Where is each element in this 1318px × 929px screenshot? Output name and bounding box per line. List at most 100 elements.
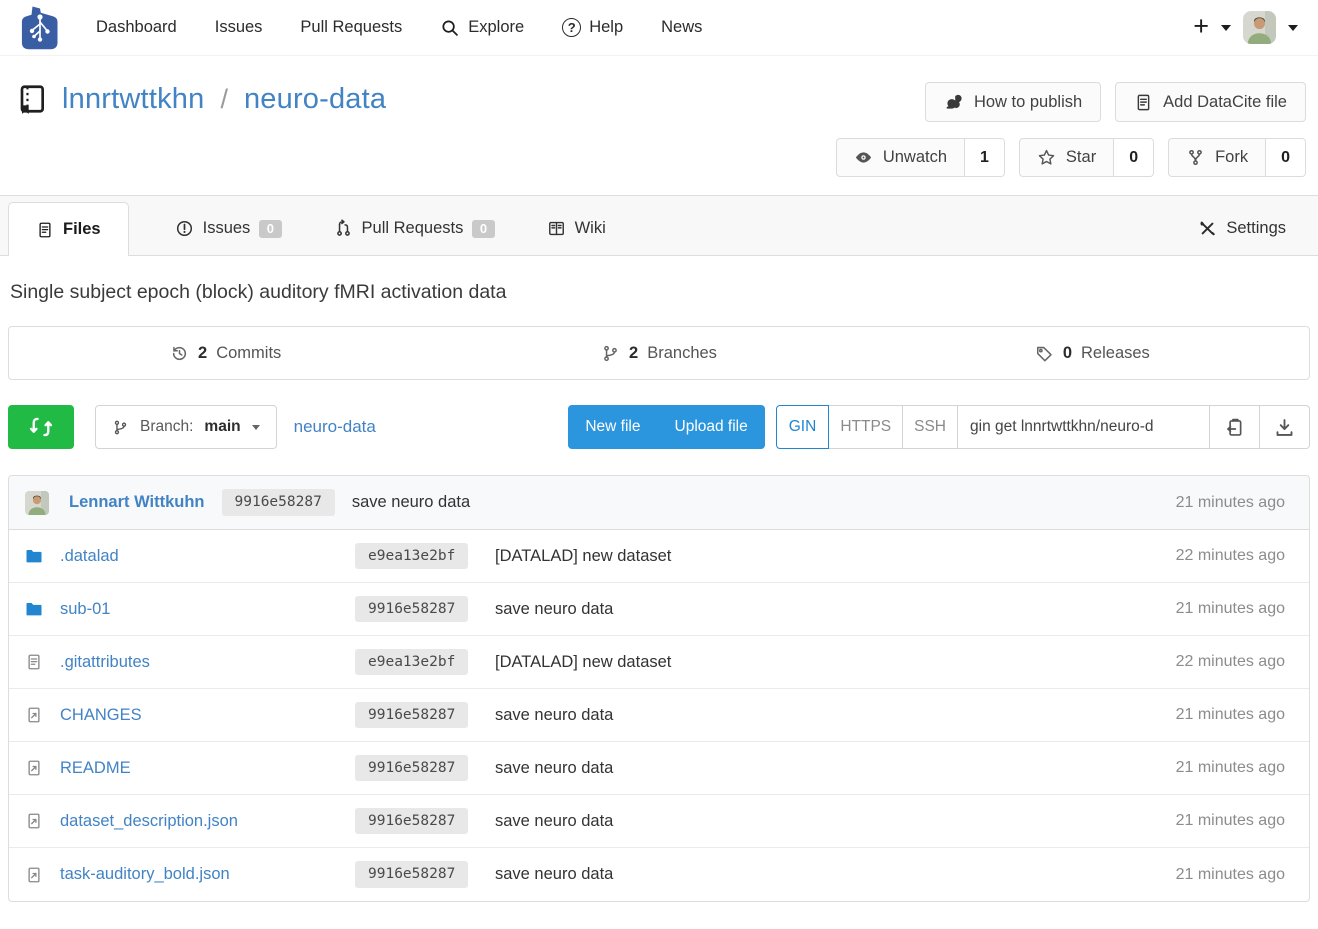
branch-icon [601, 344, 620, 363]
file-link[interactable]: .gitattributes [60, 653, 150, 672]
commit-time: 21 minutes ago [1176, 494, 1293, 512]
repo-description: Single subject epoch (block) auditory fM… [0, 256, 1318, 314]
user-avatar[interactable] [1243, 11, 1276, 44]
commits-stat[interactable]: 2 Commits [9, 327, 442, 379]
table-row: dataset_description.json 9916e58287 save… [9, 795, 1309, 848]
file-icon [25, 653, 43, 671]
tab-wiki[interactable]: Wiki [541, 202, 612, 255]
file-time: 21 minutes ago [1118, 759, 1293, 777]
file-commit-message[interactable]: [DATALAD] new dataset [495, 653, 671, 671]
file-sha-badge[interactable]: 9916e58287 [355, 755, 468, 782]
nav-issues[interactable]: Issues [215, 18, 263, 37]
table-row: .gitattributes e9ea13e2bf [DATALAD] new … [9, 636, 1309, 689]
clone-url-input[interactable] [958, 405, 1210, 449]
file-sha-badge[interactable]: e9ea13e2bf [355, 649, 468, 676]
star-count[interactable]: 0 [1113, 139, 1153, 176]
file-commit-message[interactable]: [DATALAD] new dataset [495, 547, 671, 565]
wiki-icon [547, 219, 566, 238]
breadcrumb-repo-link[interactable]: neuro-data [294, 417, 376, 437]
file-link[interactable]: .datalad [60, 547, 119, 566]
file-link[interactable]: dataset_description.json [60, 812, 238, 831]
repo-name-link[interactable]: neuro-data [244, 83, 386, 116]
clone-url-group: GIN HTTPS SSH [776, 405, 1310, 449]
compare-button[interactable] [8, 405, 74, 449]
download-archive-button[interactable] [1260, 405, 1310, 449]
repo-stats-bar: 2 Commits 2 Branches 0 Releases [8, 326, 1310, 380]
branch-selector[interactable]: Branch: main [95, 405, 277, 449]
fork-icon [1186, 148, 1205, 167]
releases-stat[interactable]: 0 Releases [876, 327, 1309, 379]
file-link[interactable]: sub-01 [60, 600, 110, 619]
fork-button[interactable]: Fork [1169, 139, 1265, 176]
nav-dashboard[interactable]: Dashboard [96, 18, 177, 37]
file-link[interactable]: CHANGES [60, 706, 142, 725]
commit-sha-badge[interactable]: 9916e58287 [222, 489, 335, 516]
download-icon [1274, 417, 1295, 438]
folder-icon [25, 600, 43, 618]
file-commit-message[interactable]: save neuro data [495, 812, 613, 830]
branch-caret-icon [252, 425, 260, 430]
fork-count[interactable]: 0 [1265, 139, 1305, 176]
nav-news[interactable]: News [661, 18, 702, 37]
file-sha-badge[interactable]: 9916e58287 [355, 702, 468, 729]
eye-icon [854, 148, 873, 167]
file-commit-message[interactable]: save neuro data [495, 759, 613, 777]
help-icon: ? [562, 18, 581, 37]
file-sha-badge[interactable]: 9916e58287 [355, 861, 468, 888]
file-icon [1134, 93, 1153, 112]
file-sha-badge[interactable]: e9ea13e2bf [355, 543, 468, 570]
clipboard-copy-icon [1224, 417, 1245, 438]
file-time: 21 minutes ago [1118, 706, 1293, 724]
folder-icon [25, 547, 43, 565]
copy-clone-url-button[interactable] [1210, 405, 1260, 449]
file-sha-badge[interactable]: 9916e58287 [355, 596, 468, 623]
file-toolbar: Branch: main neuro-data New file Upload … [8, 405, 1310, 449]
repo-owner-link[interactable]: lnnrtwttkhn [62, 83, 204, 116]
create-caret-icon[interactable] [1221, 25, 1231, 31]
commit-author-link[interactable]: Lennart Wittkuhn [69, 493, 205, 512]
symlink-icon [25, 759, 43, 777]
watch-count[interactable]: 1 [964, 139, 1004, 176]
file-commit-message[interactable]: save neuro data [495, 865, 613, 883]
file-time: 22 minutes ago [1118, 547, 1293, 565]
table-row: task-auditory_bold.json 9916e58287 save … [9, 848, 1309, 901]
file-link[interactable]: README [60, 759, 131, 778]
unwatch-button[interactable]: Unwatch [837, 139, 964, 176]
commit-message: save neuro data [352, 493, 470, 512]
symlink-icon [25, 812, 43, 830]
nav-help[interactable]: ? Help [562, 18, 623, 37]
protocol-gin-button[interactable]: GIN [776, 405, 830, 449]
issues-count-badge: 0 [259, 220, 281, 238]
file-time: 21 minutes ago [1118, 866, 1293, 884]
latest-commit-row: Lennart Wittkuhn 9916e58287 save neuro d… [9, 476, 1309, 530]
upload-file-button[interactable]: Upload file [658, 405, 765, 449]
star-button[interactable]: Star [1020, 139, 1113, 176]
file-action-buttons: New file Upload file [568, 405, 764, 449]
tab-pull-requests[interactable]: Pull Requests 0 [328, 202, 501, 255]
file-link[interactable]: task-auditory_bold.json [60, 865, 230, 884]
table-row: sub-01 9916e58287 save neuro data 21 min… [9, 583, 1309, 636]
protocol-ssh-button[interactable]: SSH [903, 405, 958, 449]
fork-button-group: Fork 0 [1168, 138, 1306, 177]
file-time: 22 minutes ago [1118, 653, 1293, 671]
create-new-button[interactable]: + [1193, 13, 1209, 40]
commit-author-avatar[interactable] [25, 491, 49, 515]
gin-logo[interactable] [20, 5, 60, 50]
how-to-publish-button[interactable]: How to publish [925, 82, 1101, 122]
file-commit-message[interactable]: save neuro data [495, 600, 613, 618]
new-file-button[interactable]: New file [568, 405, 657, 449]
add-datacite-button[interactable]: Add DataCite file [1115, 82, 1306, 122]
file-sha-badge[interactable]: 9916e58287 [355, 808, 468, 835]
user-menu-caret-icon[interactable] [1288, 25, 1298, 31]
tab-files[interactable]: Files [8, 202, 129, 256]
file-time: 21 minutes ago [1118, 812, 1293, 830]
tab-issues[interactable]: Issues 0 [169, 202, 288, 255]
pull-request-icon [334, 219, 353, 238]
tab-settings[interactable]: Settings [1192, 202, 1292, 255]
file-commit-message[interactable]: save neuro data [495, 706, 613, 724]
protocol-https-button[interactable]: HTTPS [829, 405, 903, 449]
nav-pull-requests[interactable]: Pull Requests [300, 18, 402, 37]
repo-header: lnnrtwttkhn / neuro-data How to publish … [0, 56, 1318, 195]
nav-explore[interactable]: Explore [440, 18, 524, 38]
branches-stat[interactable]: 2 Branches [442, 327, 875, 379]
